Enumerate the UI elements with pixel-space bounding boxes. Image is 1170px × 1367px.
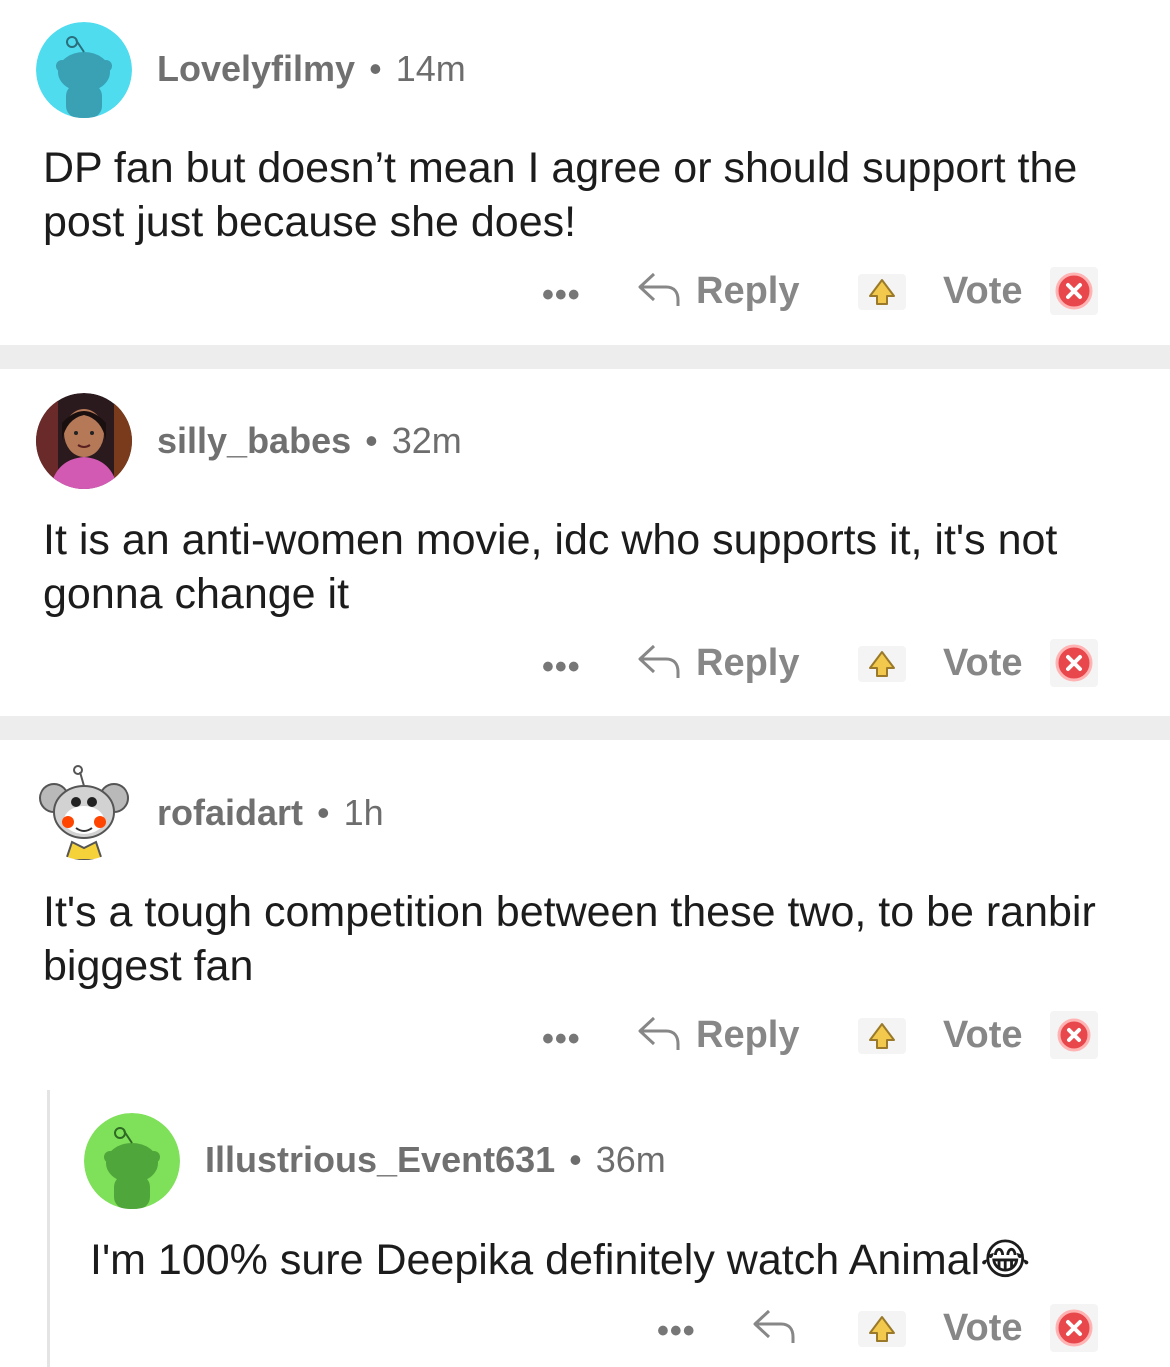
- comment-meta: rofaidart • 1h: [157, 792, 384, 834]
- reply-icon[interactable]: [751, 1307, 797, 1347]
- comment-text: DP fan but doesn’t mean I agree or shoul…: [43, 144, 1078, 246]
- timestamp: 36m: [595, 1139, 666, 1180]
- upvote-icon[interactable]: [858, 1311, 906, 1347]
- vote-count: Vote: [943, 1307, 1023, 1349]
- comment-divider: [0, 716, 1170, 740]
- more-options-button[interactable]: •••: [542, 1020, 581, 1059]
- downvote-icon[interactable]: [1050, 639, 1098, 687]
- comment-text: It is an anti-women movie, idc who suppo…: [43, 516, 1058, 618]
- comment-card: silly_babes • 32m It is an anti-women movi…: [0, 369, 1170, 716]
- author-name[interactable]: Illustrious_Event631: [205, 1139, 555, 1180]
- timestamp: 14m: [395, 48, 466, 89]
- author-name[interactable]: Lovelyfilmy: [157, 48, 355, 89]
- photo-avatar-icon[interactable]: [36, 393, 132, 489]
- vote-count: Vote: [943, 642, 1023, 684]
- comment-card: Lovelyfilmy • 14m DP fan but doesn’t mean …: [0, 0, 1170, 345]
- timestamp: 1h: [343, 792, 384, 833]
- upvote-icon[interactable]: [858, 1018, 906, 1054]
- vote-count: Vote: [943, 1014, 1023, 1056]
- upvote-icon[interactable]: [858, 274, 906, 310]
- more-options-button[interactable]: •••: [542, 648, 581, 687]
- timestamp: 32m: [391, 420, 462, 461]
- author-name[interactable]: silly_babes: [157, 420, 351, 461]
- reply-button[interactable]: Reply: [696, 1014, 799, 1057]
- comment-meta: silly_babes • 32m: [157, 420, 462, 462]
- downvote-icon[interactable]: [1050, 267, 1098, 315]
- downvote-icon[interactable]: [1050, 1011, 1098, 1059]
- meta-separator: •: [569, 1139, 582, 1180]
- downvote-icon[interactable]: [1050, 1304, 1098, 1352]
- comment-text: It's a tough competition between these t…: [43, 888, 1096, 990]
- thread-line[interactable]: [47, 1090, 50, 1367]
- laughing-emoji-icon: 😂: [980, 1236, 1031, 1284]
- comment-meta: Illustrious_Event631 • 36m: [205, 1139, 666, 1181]
- reply-button[interactable]: Reply: [696, 270, 799, 313]
- reply-button[interactable]: Reply: [696, 642, 799, 685]
- meta-separator: •: [365, 420, 378, 461]
- vote-count: Vote: [943, 270, 1023, 312]
- snoo-avatar-icon[interactable]: [84, 1113, 180, 1209]
- koala-snoo-avatar-icon[interactable]: [36, 764, 132, 860]
- comment-text: I'm 100% sure Deepika definitely watch A…: [90, 1233, 1140, 1287]
- reply-icon[interactable]: [636, 270, 682, 310]
- author-name[interactable]: rofaidart: [157, 792, 303, 833]
- upvote-icon[interactable]: [858, 646, 906, 682]
- meta-separator: •: [317, 792, 330, 833]
- reply-icon[interactable]: [636, 1014, 682, 1054]
- more-options-button[interactable]: •••: [542, 276, 581, 315]
- comment-divider: [0, 345, 1170, 369]
- comment-meta: Lovelyfilmy • 14m: [157, 48, 466, 90]
- more-options-button[interactable]: •••: [657, 1312, 696, 1351]
- reply-icon[interactable]: [636, 642, 682, 682]
- meta-separator: •: [369, 48, 382, 89]
- comment-text-body: I'm 100% sure Deepika definitely watch A…: [90, 1236, 981, 1284]
- snoo-avatar-icon[interactable]: [36, 22, 132, 118]
